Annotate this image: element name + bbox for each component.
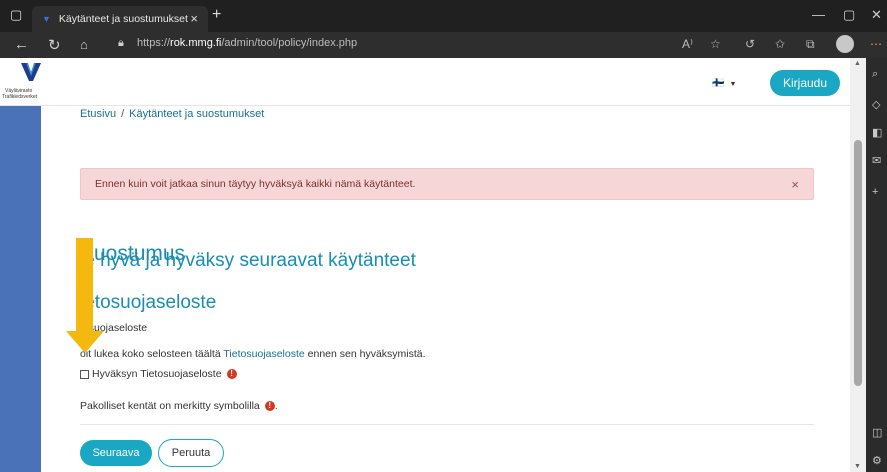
new-tab-button[interactable]: +	[212, 6, 221, 24]
maximize-icon[interactable]: ▢	[843, 7, 855, 23]
shopping-icon[interactable]: ◇	[872, 98, 880, 111]
profile-icon[interactable]	[836, 35, 854, 53]
agree-checkbox[interactable]	[80, 369, 89, 379]
read-full-text: oit lukea koko selosteen täältä Tietosuo…	[80, 348, 426, 360]
add-favorite-icon[interactable]: ☆	[710, 37, 721, 51]
outlook-icon[interactable]: ✉	[872, 154, 881, 167]
page-scrollbar[interactable]: ▲ ▼	[850, 58, 866, 472]
required-icon: !	[264, 401, 275, 411]
minimize-icon[interactable]: —	[812, 7, 825, 22]
policy-instruction-heading: le hyvä ja hyväksy seuraavat käytänteet	[80, 250, 416, 271]
url-field[interactable]: https://rok.mmg.fi/admin/tool/policy/ind…	[137, 37, 357, 49]
breadcrumb-home-link[interactable]: Etusivu	[80, 108, 116, 120]
site-favicon-icon: ▼	[42, 14, 51, 24]
edge-sidebar: ⌕ ◇ ◧ ✉ + ◫ ⚙	[866, 58, 887, 472]
site-logo-icon[interactable]	[20, 62, 42, 82]
logo-text-sv: Trafikledsverket	[2, 94, 38, 100]
breadcrumb-current-link[interactable]: Käytänteet ja suostumukset	[129, 108, 264, 120]
chevron-down-icon: ▼	[729, 81, 737, 88]
error-alert: Ennen kuin voit jatkaa sinun täytyy hyvä…	[80, 168, 814, 200]
scroll-up-icon[interactable]: ▲	[854, 60, 861, 67]
scroll-down-icon[interactable]: ▼	[854, 463, 861, 470]
refresh-icon[interactable]: ↻	[48, 36, 61, 54]
back-icon[interactable]: ←	[14, 36, 29, 53]
form-divider	[80, 424, 814, 425]
language-selector[interactable]: 🇫🇮 ▼	[712, 78, 736, 89]
add-sidebar-icon[interactable]: +	[872, 186, 878, 198]
alert-message: Ennen kuin voit jatkaa sinun täytyy hyvä…	[95, 178, 416, 190]
left-sidebar	[0, 106, 41, 472]
web-page: Väylävirasto Trafikledsverket 🇫🇮 ▼ Kirjau…	[0, 58, 850, 472]
home-icon[interactable]: ⌂	[80, 37, 88, 52]
tab-actions-icon[interactable]: ▢	[10, 7, 22, 23]
next-button[interactable]: Seuraava	[80, 440, 152, 466]
settings-icon[interactable]: ⚙	[872, 454, 882, 467]
read-aloud-icon[interactable]: A⁾	[682, 37, 693, 51]
favorites-icon[interactable]: ✩	[775, 37, 785, 51]
browser-tab-bar: ▢ ▼ Käytänteet ja suostumukset × + — ▢ ✕	[0, 0, 887, 32]
login-button[interactable]: Kirjaudu	[770, 70, 840, 96]
search-icon[interactable]: ⌕	[872, 68, 878, 81]
flag-icon: 🇫🇮	[712, 78, 725, 89]
cancel-button[interactable]: Peruuta	[158, 439, 224, 467]
agree-label[interactable]: Hyväksyn Tietosuojaseloste	[92, 368, 222, 380]
required-icon: !	[226, 369, 237, 379]
address-bar-row: ← ↻ ⌂ 🔒︎ https://rok.mmg.fi/admin/tool/p…	[0, 32, 887, 58]
policy-link[interactable]: Tietosuojaseloste	[223, 348, 304, 360]
menu-icon[interactable]: ⋯	[870, 37, 882, 51]
agree-row: Hyväksyn Tietosuojaseloste !	[80, 368, 237, 380]
tab-close-icon[interactable]: ×	[190, 11, 198, 26]
browser-tab[interactable]: ▼ Käytänteet ja suostumukset ×	[32, 6, 208, 32]
alert-close-icon[interactable]: ×	[791, 177, 799, 192]
lock-icon[interactable]: 🔒︎	[118, 37, 124, 50]
collections-icon[interactable]: ⧉	[806, 37, 815, 52]
annotation-arrow-head-icon	[66, 331, 104, 353]
required-fields-note: Pakolliset kentät on merkitty symbolilla…	[80, 400, 278, 412]
site-navbar: Väylävirasto Trafikledsverket 🇫🇮 ▼ Kirjau…	[0, 58, 850, 106]
breadcrumb-separator: /	[121, 108, 125, 120]
window-close-icon[interactable]: ✕	[871, 7, 882, 23]
refresh-alt-icon[interactable]: ↺	[745, 37, 755, 51]
policy-title: ietosuojaseloste	[80, 292, 217, 313]
annotation-arrow-shaft	[76, 238, 93, 334]
sidebar-toggle-icon[interactable]: ◫	[872, 426, 882, 439]
scrollbar-thumb[interactable]	[854, 140, 862, 386]
tab-title: Käytänteet ja suostumukset	[58, 13, 188, 25]
breadcrumb: Etusivu / Käytänteet ja suostumukset	[80, 108, 264, 120]
office-icon[interactable]: ◧	[872, 126, 882, 139]
